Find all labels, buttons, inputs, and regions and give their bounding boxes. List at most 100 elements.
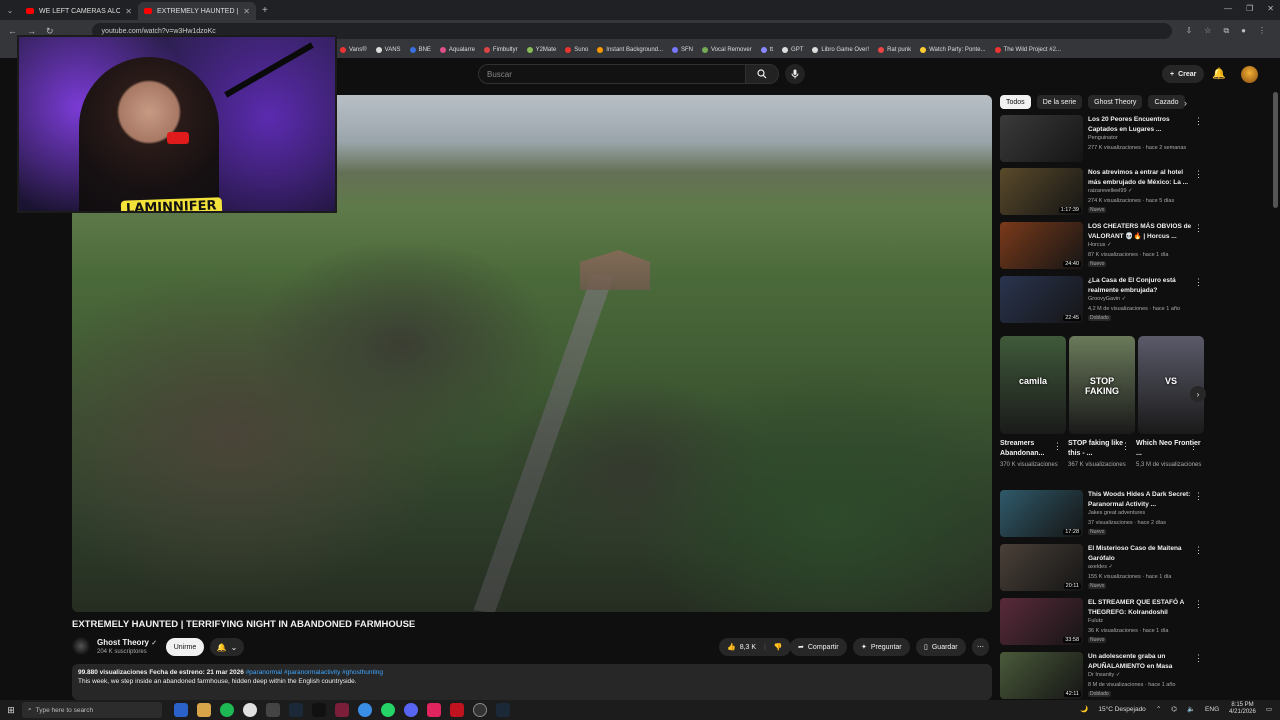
search-input[interactable]: Buscar <box>478 64 746 84</box>
app-icon[interactable] <box>427 703 441 717</box>
volume-icon[interactable]: 🔈 <box>1187 705 1195 713</box>
profile-icon[interactable]: ● <box>1241 26 1246 36</box>
bookmark-item[interactable]: Watch Party: Ponte... <box>920 47 986 53</box>
install-icon[interactable]: ⇩ <box>1186 26 1193 36</box>
maximize-icon[interactable]: ❐ <box>1246 4 1253 13</box>
video-thumbnail[interactable]: 17:28 <box>1000 490 1083 537</box>
bookmark-item[interactable]: Libro Game Over! <box>812 47 869 53</box>
recommended-channel[interactable]: raizarevelleel99 ✓ <box>1088 188 1133 194</box>
network-icon[interactable]: ⌬ <box>1171 705 1177 713</box>
recommended-video[interactable]: 24:40 LOS CHEATERS MÁS OBVIOS de VALORANT… <box>1000 222 1210 272</box>
voice-search-button[interactable] <box>785 64 805 84</box>
video-thumbnail[interactable]: 33:58 <box>1000 598 1083 645</box>
more-options-icon[interactable]: ⋮ <box>1194 599 1203 610</box>
browser-tab-2[interactable]: EXTREMELY HAUNTED | TERRIFI ✕ <box>138 2 256 20</box>
bookmark-star-icon[interactable]: ☆ <box>1204 26 1211 36</box>
bookmark-item[interactable]: Rat punk <box>878 47 911 53</box>
short-thumbnail[interactable]: STOP FAKING <box>1069 336 1135 434</box>
share-button[interactable]: ➦ Compartir <box>790 638 847 656</box>
bookmark-item[interactable]: tt <box>760 47 773 53</box>
channel-name[interactable]: Ghost Theory ✓ <box>97 638 157 647</box>
more-options-icon[interactable]: ⋮ <box>1194 223 1203 234</box>
close-window-icon[interactable]: ✕ <box>1267 4 1274 13</box>
obs-icon[interactable] <box>473 703 487 717</box>
browser-tab-1[interactable]: WE LEFT CAMERAS ALONE in A ✕ <box>20 2 138 20</box>
notifications-icon[interactable]: ▭ <box>1266 705 1272 713</box>
filter-chip[interactable]: Cazado <box>1148 95 1185 109</box>
app-icon[interactable] <box>174 703 188 717</box>
bookmark-item[interactable]: Y2Mate <box>526 47 556 53</box>
more-options-icon[interactable]: ⋮ <box>1194 277 1203 288</box>
bookmark-item[interactable]: VANS <box>375 47 401 53</box>
filter-chip[interactable]: Todos <box>1000 95 1031 109</box>
more-options-icon[interactable]: ⋮ <box>1194 545 1203 556</box>
more-actions-button[interactable]: ⋯ <box>972 638 989 656</box>
short-thumbnail[interactable]: camila <box>1000 336 1066 434</box>
close-tab-icon[interactable]: ✕ <box>125 7 132 16</box>
bookmark-item[interactable]: Aqualarre <box>439 47 475 53</box>
shorts-next-button[interactable]: › <box>1190 386 1206 402</box>
app-icon[interactable] <box>312 703 326 717</box>
more-options-icon[interactable]: ⋮ <box>1194 491 1203 502</box>
create-button[interactable]: + Crear <box>1162 65 1205 83</box>
dislike-icon[interactable]: 👎 <box>774 643 783 651</box>
video-thumbnail[interactable]: 1:17:39 <box>1000 168 1083 215</box>
video-thumbnail[interactable]: 24:40 <box>1000 222 1083 269</box>
app-icon[interactable] <box>266 703 280 717</box>
bookmark-item[interactable]: SFN <box>672 47 693 53</box>
tray-arrow-icon[interactable]: ⌃ <box>1156 705 1161 713</box>
subscription-bell-button[interactable]: 🔔 ⌄ <box>210 638 244 656</box>
page-scrollbar[interactable] <box>1273 92 1278 208</box>
search-button[interactable] <box>745 64 779 84</box>
discord-icon[interactable] <box>404 703 418 717</box>
whatsapp-icon[interactable] <box>381 703 395 717</box>
language-indicator[interactable]: ENG <box>1205 706 1219 713</box>
save-button[interactable]: ▯ Guardar <box>916 638 966 656</box>
recommended-video[interactable]: Los 20 Peores Encuentros Captados en Lug… <box>1000 115 1210 165</box>
video-thumbnail[interactable] <box>1000 115 1083 162</box>
account-avatar[interactable] <box>1241 66 1258 83</box>
short-thumbnail[interactable]: VS <box>1138 336 1204 434</box>
windows-start-icon[interactable]: ⊞ <box>0 705 22 716</box>
recommended-channel[interactable]: Fulutz <box>1088 618 1103 624</box>
filter-chip[interactable]: Ghost Theory <box>1088 95 1143 109</box>
weather-text[interactable]: 15°C Despejado <box>1098 706 1145 713</box>
bookmark-item[interactable]: Vocal Remover <box>702 47 752 53</box>
recommended-video[interactable]: 1:17:39 Nos atrevimos a entrar al hotel m… <box>1000 168 1210 218</box>
recommended-video[interactable]: 17:28 This Woods Hides A Dark Secret: Par… <box>1000 490 1210 540</box>
bookmark-item[interactable]: Instant Background... <box>597 47 663 53</box>
bookmark-item[interactable]: Suno <box>565 47 588 53</box>
more-options-icon[interactable]: ⋮ <box>1053 441 1062 452</box>
clock[interactable]: 8:15 PM 4/21/2026 <box>1229 702 1256 716</box>
ask-button[interactable]: ✦ Preguntar <box>853 638 910 656</box>
minimize-icon[interactable]: — <box>1224 4 1232 13</box>
recommended-channel[interactable]: Jakes great adventures <box>1088 510 1145 516</box>
bookmark-item[interactable]: Fimbultyr <box>483 47 518 53</box>
app-icon[interactable] <box>450 703 464 717</box>
close-tab-icon[interactable]: ✕ <box>243 7 250 16</box>
bookmark-item[interactable]: BNE <box>409 47 431 53</box>
more-options-icon[interactable]: ⋮ <box>1194 169 1203 180</box>
steam-icon[interactable] <box>289 703 303 717</box>
recommended-video[interactable]: 22:45 ¿La Casa de El Conjuro está realmen… <box>1000 276 1210 326</box>
video-thumbnail[interactable]: 42:11 <box>1000 652 1083 699</box>
video-thumbnail[interactable]: 20:11 <box>1000 544 1083 591</box>
recommended-video[interactable]: 42:11 Un adolescente graba un APUÑALAMIEN… <box>1000 652 1210 702</box>
notifications-bell-icon[interactable]: 🔔 <box>1212 67 1226 80</box>
recommended-channel[interactable]: Horcus ✓ <box>1088 242 1112 248</box>
filter-chip[interactable]: De la serie <box>1036 95 1083 109</box>
recommended-channel[interactable]: Dr Insanity ✓ <box>1088 672 1120 678</box>
tab-search-icon[interactable]: ⌄ <box>0 6 20 15</box>
recommended-video[interactable]: 20:11 El Misterioso Caso de Maitena Garóf… <box>1000 544 1210 594</box>
like-count[interactable]: 8,3 K <box>740 644 756 651</box>
bookmark-item[interactable]: Vans® <box>340 47 367 53</box>
back-icon[interactable]: ← <box>8 26 17 37</box>
video-thumbnail[interactable]: 22:45 <box>1000 276 1083 323</box>
bookmark-item[interactable]: GPT <box>782 47 803 53</box>
taskbar-search-input[interactable]: ⌕ Type here to search <box>22 702 162 718</box>
bookmark-item[interactable]: The Wild Project #2... <box>994 47 1061 53</box>
video-description[interactable]: 99.880 visualizaciones Fecha de estreno:… <box>72 664 992 700</box>
hashtags[interactable]: #paranormal #paranormalactivity #ghosthu… <box>246 669 383 676</box>
app-icon[interactable] <box>358 703 372 717</box>
chrome-icon[interactable] <box>243 703 257 717</box>
